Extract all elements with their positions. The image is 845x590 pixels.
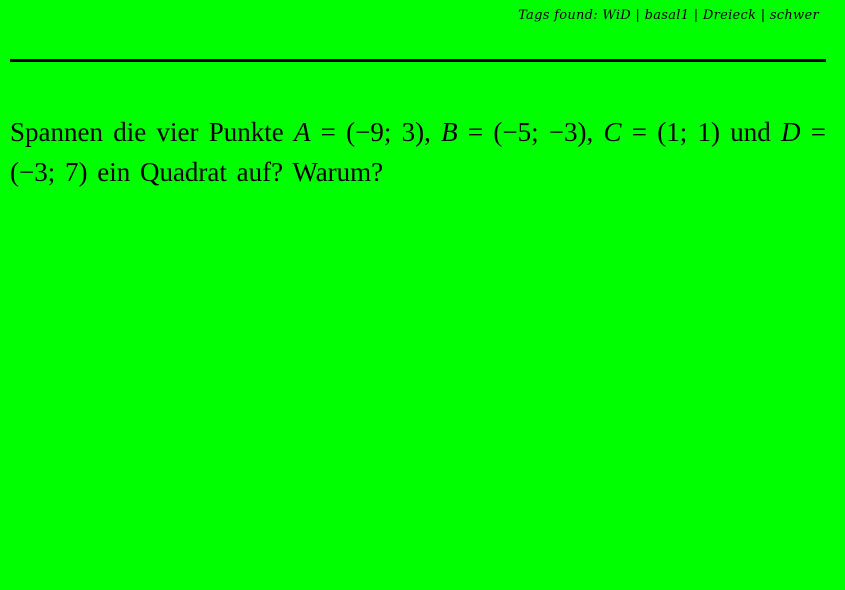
point-c-label: C: [603, 117, 622, 147]
point-a-label: A: [293, 117, 311, 147]
question-intro: Spannen die vier Punkte: [10, 117, 294, 147]
horizontal-rule: [10, 59, 826, 62]
tags-line: Tags found: WiD | basal1 | Dreieck | sch…: [518, 8, 819, 23]
point-a-value: = (−9; 3),: [310, 117, 442, 147]
point-b-label: B: [441, 117, 458, 147]
question-text: Spannen die vier Punkte A = (−9; 3), B =…: [10, 112, 826, 192]
point-b-value: = (−5; −3),: [457, 117, 604, 147]
point-d-label: D: [781, 117, 801, 147]
point-c-value: = (1; 1) und: [621, 117, 781, 147]
